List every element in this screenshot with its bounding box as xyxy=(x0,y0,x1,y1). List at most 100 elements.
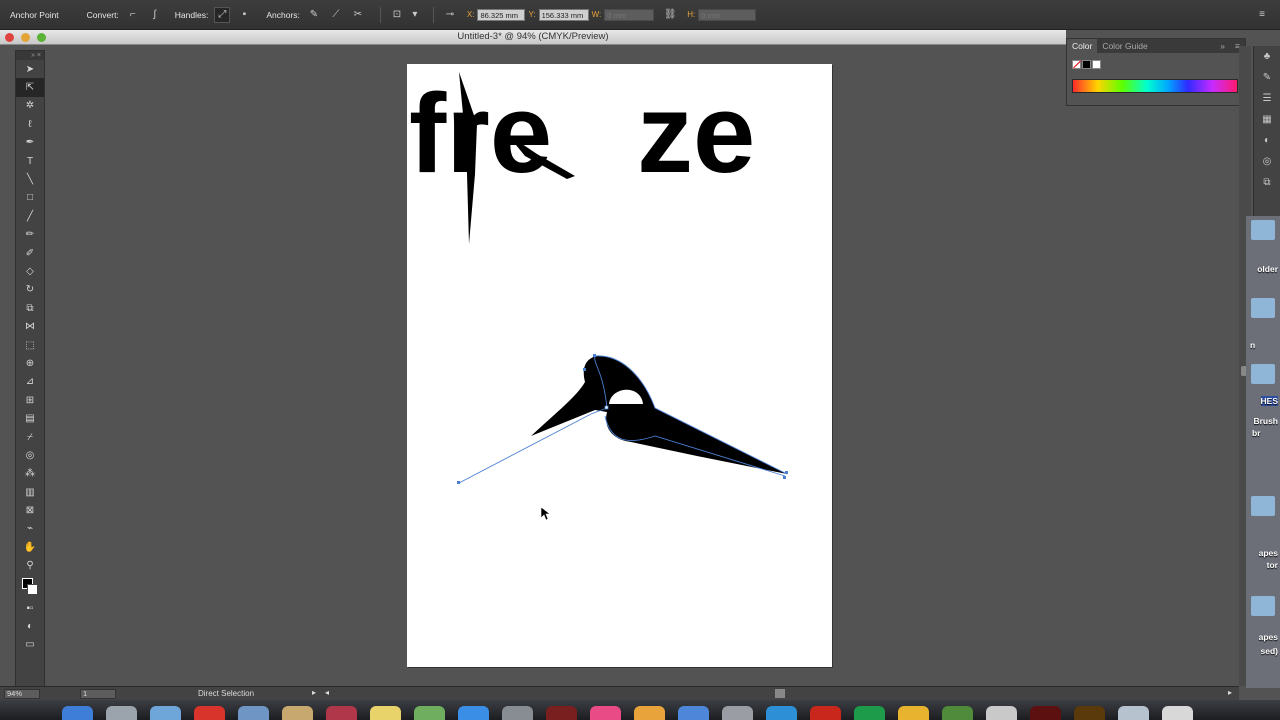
beak-shape[interactable] xyxy=(531,355,787,474)
brushes-panel-icon[interactable]: ✎ xyxy=(1254,67,1280,88)
blob-brush-tool-icon[interactable]: ✐ xyxy=(16,244,44,262)
y-field[interactable]: 156.333 mm xyxy=(538,8,589,21)
connect-anchor-icon[interactable]: ⟋ xyxy=(328,7,344,23)
anchor-point[interactable] xyxy=(785,471,788,474)
color-spectrum[interactable] xyxy=(1072,79,1238,93)
app-icon[interactable] xyxy=(986,706,1017,720)
x-field[interactable]: 86.325 mm xyxy=(477,8,526,21)
mail-icon[interactable] xyxy=(238,706,269,720)
artwork-canvas[interactable]: fre ze xyxy=(407,64,832,667)
white-swatch[interactable] xyxy=(1092,60,1101,69)
anchor-point[interactable] xyxy=(593,354,596,357)
pencil-tool-icon[interactable]: ✏ xyxy=(16,226,44,244)
remove-anchor-icon[interactable]: ✎ xyxy=(306,7,322,23)
scroll-left-icon[interactable]: ◂ xyxy=(325,688,329,697)
status-menu-icon[interactable]: ▸ xyxy=(312,688,316,697)
hand-tool-icon[interactable]: ✋ xyxy=(16,538,44,556)
safari-icon[interactable] xyxy=(150,706,181,720)
mesh-tool-icon[interactable]: ⊞ xyxy=(16,391,44,409)
h-field[interactable]: 0 mm xyxy=(698,8,757,21)
rectangle-tool-icon[interactable]: □ xyxy=(16,189,44,207)
gradient-tool-icon[interactable]: ▤ xyxy=(16,409,44,427)
adobe-app-icon[interactable] xyxy=(1030,706,1061,720)
folder-icon[interactable] xyxy=(1251,298,1275,318)
blend-tool-icon[interactable]: ◎ xyxy=(16,446,44,464)
ibooks-icon[interactable] xyxy=(634,706,665,720)
transparency-panel-icon[interactable]: ⧉ xyxy=(1254,172,1280,193)
artboard[interactable]: fre ze xyxy=(407,64,832,667)
zoom-field[interactable]: 94% xyxy=(4,688,40,699)
app-icon[interactable] xyxy=(942,706,973,720)
appearance-panel-icon[interactable]: ◎ xyxy=(1254,151,1280,172)
finder-icon[interactable] xyxy=(62,706,93,720)
maps-icon[interactable] xyxy=(414,706,445,720)
free-transform-tool-icon[interactable]: ⬚ xyxy=(16,336,44,354)
draw-mode-icon[interactable]: ◐ xyxy=(16,617,44,635)
eyedropper-tool-icon[interactable]: ⌿ xyxy=(16,428,44,446)
slice-tool-icon[interactable]: ⌁ xyxy=(16,520,44,538)
horizontal-scroll-thumb[interactable] xyxy=(775,689,785,698)
tools-panel-header[interactable]: » × xyxy=(16,51,44,60)
black-swatch[interactable] xyxy=(1082,60,1091,69)
column-graph-tool-icon[interactable]: ▥ xyxy=(16,483,44,501)
hide-handles-icon[interactable]: ▪ xyxy=(236,7,252,23)
anchor-point[interactable] xyxy=(783,476,786,479)
shape-builder-tool-icon[interactable]: ⊕ xyxy=(16,354,44,372)
notes-icon[interactable] xyxy=(370,706,401,720)
scale-tool-icon[interactable]: ⧉ xyxy=(16,299,44,317)
app-icon[interactable] xyxy=(1118,706,1149,720)
rotate-tool-icon[interactable]: ↻ xyxy=(16,281,44,299)
app-store-icon[interactable] xyxy=(678,706,709,720)
anchor-point[interactable] xyxy=(457,481,460,484)
folder-icon[interactable] xyxy=(1251,364,1275,384)
magic-wand-tool-icon[interactable]: ✲ xyxy=(16,97,44,115)
pen-tool-icon[interactable]: ✒ xyxy=(16,134,44,152)
layers-panel-icon[interactable]: ☰ xyxy=(1254,88,1280,109)
launchpad-icon[interactable] xyxy=(106,706,137,720)
symbols-panel-icon[interactable]: ♣ xyxy=(1254,46,1280,67)
line-tool-icon[interactable]: ╲ xyxy=(16,170,44,188)
folder-icon[interactable] xyxy=(1251,596,1275,616)
panel-expand-icon[interactable]: » xyxy=(1215,41,1230,51)
cut-path-icon[interactable]: ✂ xyxy=(350,7,366,23)
screen-mode-icon[interactable]: ▭ xyxy=(16,636,44,654)
direct-selection-tool-icon[interactable]: ⇱ xyxy=(16,78,44,97)
tab-color[interactable]: Color xyxy=(1067,39,1098,53)
fill-stroke-swatch-icon[interactable] xyxy=(16,575,44,599)
perspective-grid-tool-icon[interactable]: ⊿ xyxy=(16,373,44,391)
text-fre[interactable]: fre xyxy=(409,71,552,196)
show-handles-icon[interactable]: ⤢ xyxy=(214,6,231,23)
symbol-sprayer-tool-icon[interactable]: ⁂ xyxy=(16,465,44,483)
excel-icon[interactable] xyxy=(854,706,885,720)
panel-menu-icon[interactable]: ≡ xyxy=(1254,7,1270,23)
calendar-icon[interactable] xyxy=(326,706,357,720)
constrain-link-icon[interactable]: ⛓ xyxy=(662,7,678,23)
eraser-tool-icon[interactable]: ◇ xyxy=(16,262,44,280)
folder-icon[interactable] xyxy=(1251,496,1275,516)
text-ze[interactable]: ze xyxy=(637,71,755,196)
artboard-tool-icon[interactable]: ⊠ xyxy=(16,501,44,519)
illustrator-icon[interactable] xyxy=(1074,706,1105,720)
photo-booth-icon[interactable] xyxy=(546,706,577,720)
zoom-tool-icon[interactable]: ⚲ xyxy=(16,557,44,575)
app-icon[interactable] xyxy=(194,706,225,720)
app-icon[interactable] xyxy=(1162,706,1193,720)
type-tool-icon[interactable]: T xyxy=(16,152,44,170)
tab-color-guide[interactable]: Color Guide xyxy=(1097,41,1152,51)
page-field[interactable]: 1 xyxy=(80,688,116,699)
anchor-point[interactable] xyxy=(604,405,609,410)
width-tool-icon[interactable]: ⋈ xyxy=(16,317,44,335)
anchor-point[interactable] xyxy=(583,368,586,371)
itunes-icon[interactable] xyxy=(590,706,621,720)
acrobat-icon[interactable] xyxy=(810,706,841,720)
convert-to-smooth-icon[interactable]: ∫ xyxy=(147,7,163,23)
app-icon[interactable] xyxy=(898,706,929,720)
selection-tool-icon[interactable]: ➤ xyxy=(16,60,44,78)
convert-to-corner-icon[interactable]: ⌐ xyxy=(125,7,141,23)
align-anchor-icon[interactable]: ⊸ xyxy=(442,7,458,23)
messages-icon[interactable] xyxy=(458,706,489,720)
facetime-icon[interactable] xyxy=(502,706,533,720)
chevron-down-icon[interactable]: ▾ xyxy=(411,7,419,23)
paintbrush-tool-icon[interactable]: ╱ xyxy=(16,207,44,225)
none-swatch-icon[interactable] xyxy=(1072,60,1081,69)
